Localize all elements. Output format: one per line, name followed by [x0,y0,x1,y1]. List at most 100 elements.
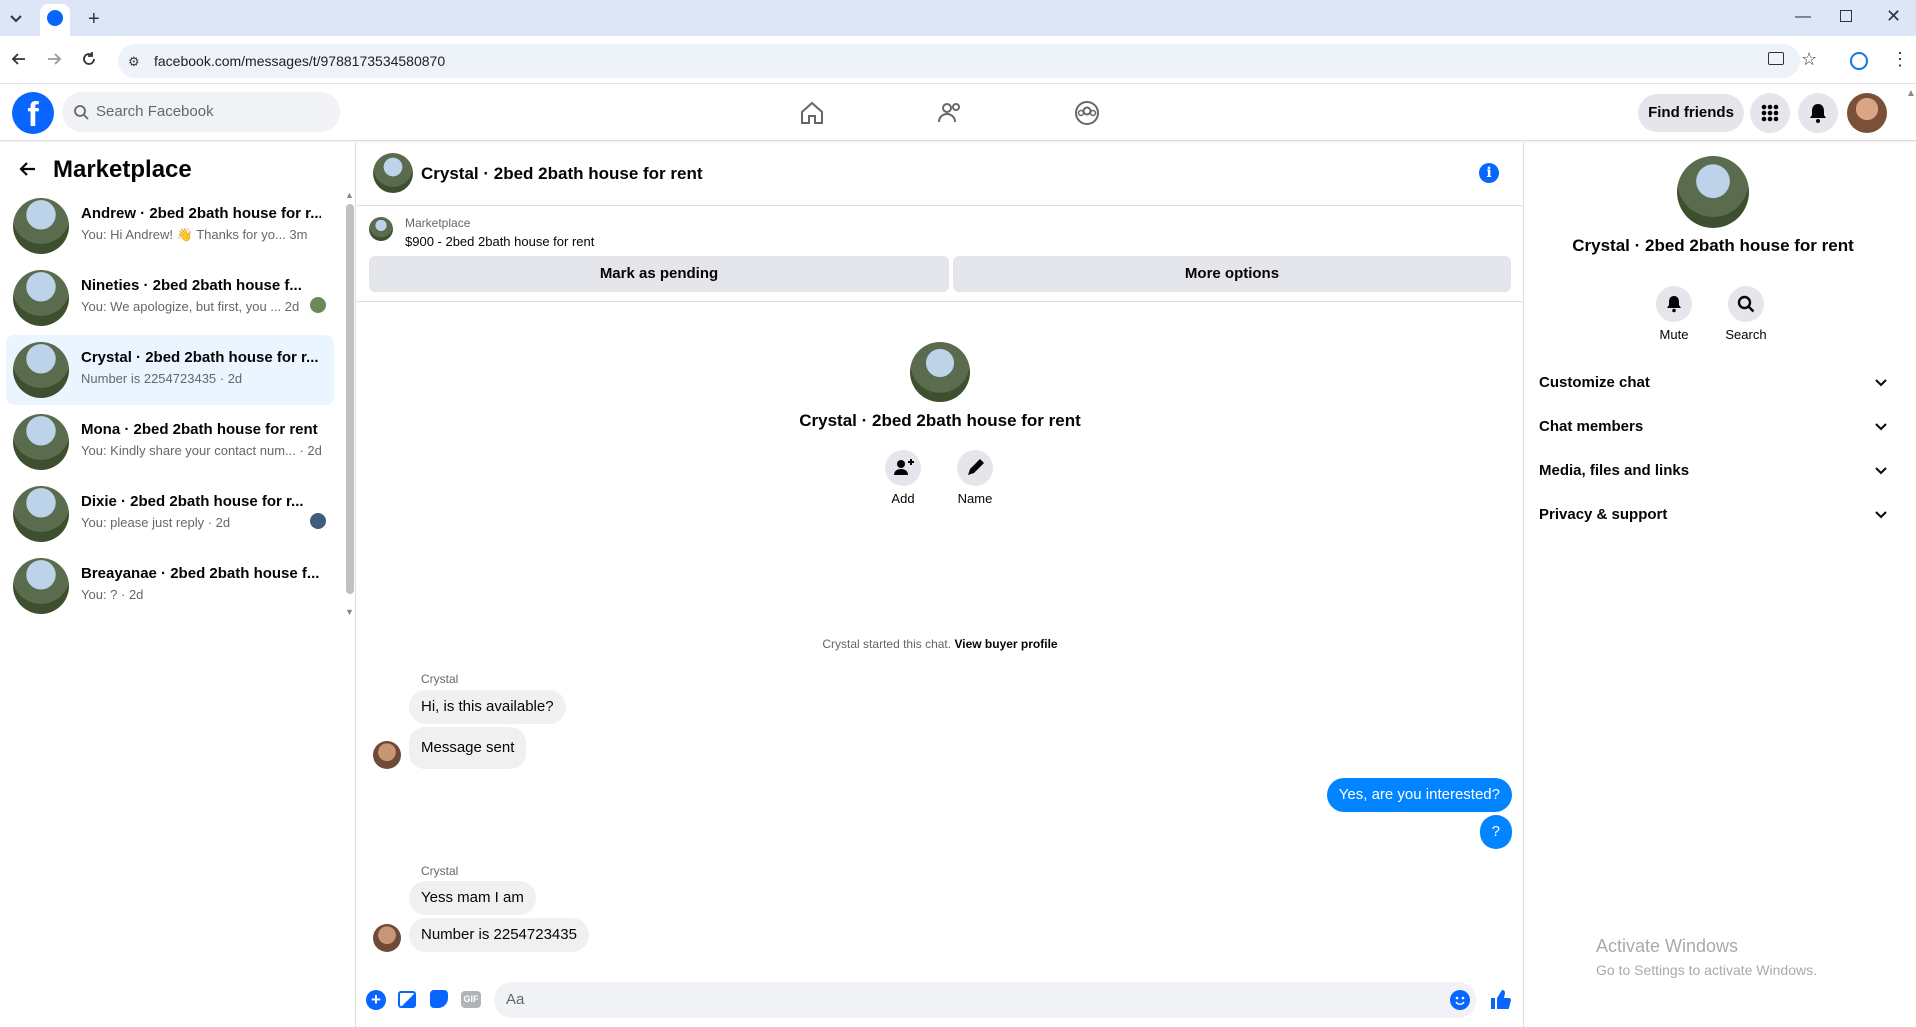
conversation-preview: Number is 2254723435 · 2d [81,371,243,386]
conversation-name: Dixie · 2bed 2bath house for r... [81,493,304,510]
conversation-item[interactable]: Mona · 2bed 2bath house for rent You: Ki… [6,407,334,477]
media-files-links-section[interactable]: Media, files and links [1539,462,1889,479]
conversation-preview: You: ? · 2d [81,587,144,602]
incoming-message[interactable]: Message sent [409,727,527,769]
listing-thumbnail[interactable] [369,217,393,241]
new-tab-button[interactable]: + [88,8,100,31]
add-label: Add [891,491,915,506]
mark-as-pending-button[interactable]: Mark as pending [369,256,949,292]
outgoing-message[interactable]: ? [1479,815,1512,849]
conversation-item[interactable]: Nineties · 2bed 2bath house f... You: We… [6,263,334,333]
site-info-icon[interactable]: ⚙ [128,54,140,70]
bookmark-star-icon[interactable]: ☆ [1801,49,1817,70]
chevron-down-icon [1875,423,1887,431]
forward-button[interactable] [45,50,63,68]
bell-icon [1667,296,1681,313]
view-buyer-profile-link[interactable]: View buyer profile [954,637,1057,651]
gif-icon[interactable]: GIF [461,991,481,1008]
message-placeholder: Aa [506,991,525,1008]
search-placeholder: Search Facebook [96,103,214,120]
incoming-message[interactable]: Number is 2254723435 [409,918,589,952]
browser-menu-icon[interactable]: ⋮ [1891,49,1909,70]
listing-title[interactable]: $900 - 2bed 2bath house for rent [405,234,594,249]
conversation-name: Andrew · 2bed 2bath house for r... [81,205,321,222]
chat-members-section[interactable]: Chat members [1539,418,1889,435]
sender-avatar[interactable] [373,924,401,952]
home-nav-button[interactable] [798,100,826,126]
mute-button[interactable] [1656,286,1692,322]
like-button[interactable] [1488,988,1512,1012]
notifications-button[interactable] [1798,93,1838,133]
conversation-preview: You: please just reply · 2d [81,515,231,530]
customize-chat-section[interactable]: Customize chat [1539,374,1889,391]
section-label: Customize chat [1539,374,1650,391]
browser-tab[interactable] [40,4,70,36]
find-friends-button[interactable]: Find friends [1638,94,1744,132]
facebook-favicon-icon [47,10,63,26]
privacy-support-section[interactable]: Privacy & support [1539,506,1889,523]
back-arrow-button[interactable] [18,159,38,179]
add-person-icon [894,459,914,475]
sticker-icon[interactable] [430,990,448,1008]
home-icon [801,101,823,124]
chat-avatar[interactable] [373,153,413,193]
incoming-message[interactable]: Yess mam I am [409,881,536,915]
listing-avatar [13,342,69,398]
grid-menu-icon [1761,104,1779,122]
conversation-item[interactable]: Crystal · 2bed 2bath house for r... Numb… [6,335,334,405]
facebook-logo-icon[interactable]: f [12,92,54,134]
conversation-item[interactable]: Breayanae · 2bed 2bath house f... You: ?… [6,551,334,621]
add-button[interactable] [885,450,921,486]
restore-button[interactable] [1840,10,1852,22]
close-window-button[interactable]: ✕ [1886,6,1901,27]
message-input[interactable] [494,982,1476,1018]
chevron-down-icon [10,15,22,23]
seen-avatar [310,513,326,529]
section-label: Chat members [1539,418,1644,435]
chat-started-notice: Crystal started this chat. View buyer pr… [700,637,1180,651]
mute-label: Mute [1659,327,1689,342]
search-button[interactable] [1728,286,1764,322]
sender-avatar[interactable] [373,741,401,769]
conversation-item[interactable]: Dixie · 2bed 2bath house for r... You: p… [6,479,334,549]
browser-tab-strip [0,0,1916,36]
scroll-up-arrow-icon[interactable]: ▲ [345,190,354,200]
attach-photo-icon[interactable] [398,991,416,1008]
chat-details-panel [1523,142,1916,1027]
sender-name: Crystal [421,864,459,878]
conversation-item[interactable]: Andrew · 2bed 2bath house for r... You: … [6,191,334,261]
url-text[interactable]: facebook.com/messages/t/9788173534580870 [154,53,445,69]
menu-button[interactable] [1750,93,1790,133]
panel-title: Marketplace [53,156,192,183]
chevron-down-icon [1875,511,1887,519]
reload-button[interactable] [80,50,98,68]
details-avatar[interactable] [1677,156,1749,228]
more-actions-icon[interactable]: + [366,990,386,1010]
listing-avatar [13,198,69,254]
more-options-button[interactable]: More options [953,256,1511,292]
info-icon[interactable]: i [1479,163,1499,183]
name-button[interactable] [957,450,993,486]
started-text: Crystal started this chat. [822,637,952,651]
install-app-icon[interactable] [1768,52,1784,65]
section-label: Privacy & support [1539,506,1668,523]
details-name: Crystal · 2bed 2bath house for rent [1572,236,1854,255]
search-icon [73,104,89,120]
tab-list-button[interactable] [6,8,26,28]
chat-title[interactable]: Crystal · 2bed 2bath house for rent [421,164,703,184]
account-avatar[interactable] [1847,93,1887,133]
profile-icon[interactable] [1850,52,1868,70]
friends-nav-button[interactable] [936,100,964,126]
emoji-icon[interactable] [1450,990,1470,1010]
groups-icon [1075,101,1099,125]
activate-windows-subtitle: Go to Settings to activate Windows. [1596,962,1817,978]
groups-nav-button[interactable] [1073,99,1101,127]
scroll-down-arrow-icon[interactable]: ▼ [345,607,354,617]
back-button[interactable] [10,50,28,68]
minimize-button[interactable]: — [1795,8,1811,26]
page-scroll-up-icon[interactable]: ▲ [1906,88,1916,99]
incoming-message[interactable]: Hi, is this available? [409,690,566,724]
outgoing-message[interactable]: Yes, are you interested? [1326,778,1512,812]
scrollbar[interactable] [346,204,354,594]
intro-name: Crystal · 2bed 2bath house for rent [799,411,1081,430]
